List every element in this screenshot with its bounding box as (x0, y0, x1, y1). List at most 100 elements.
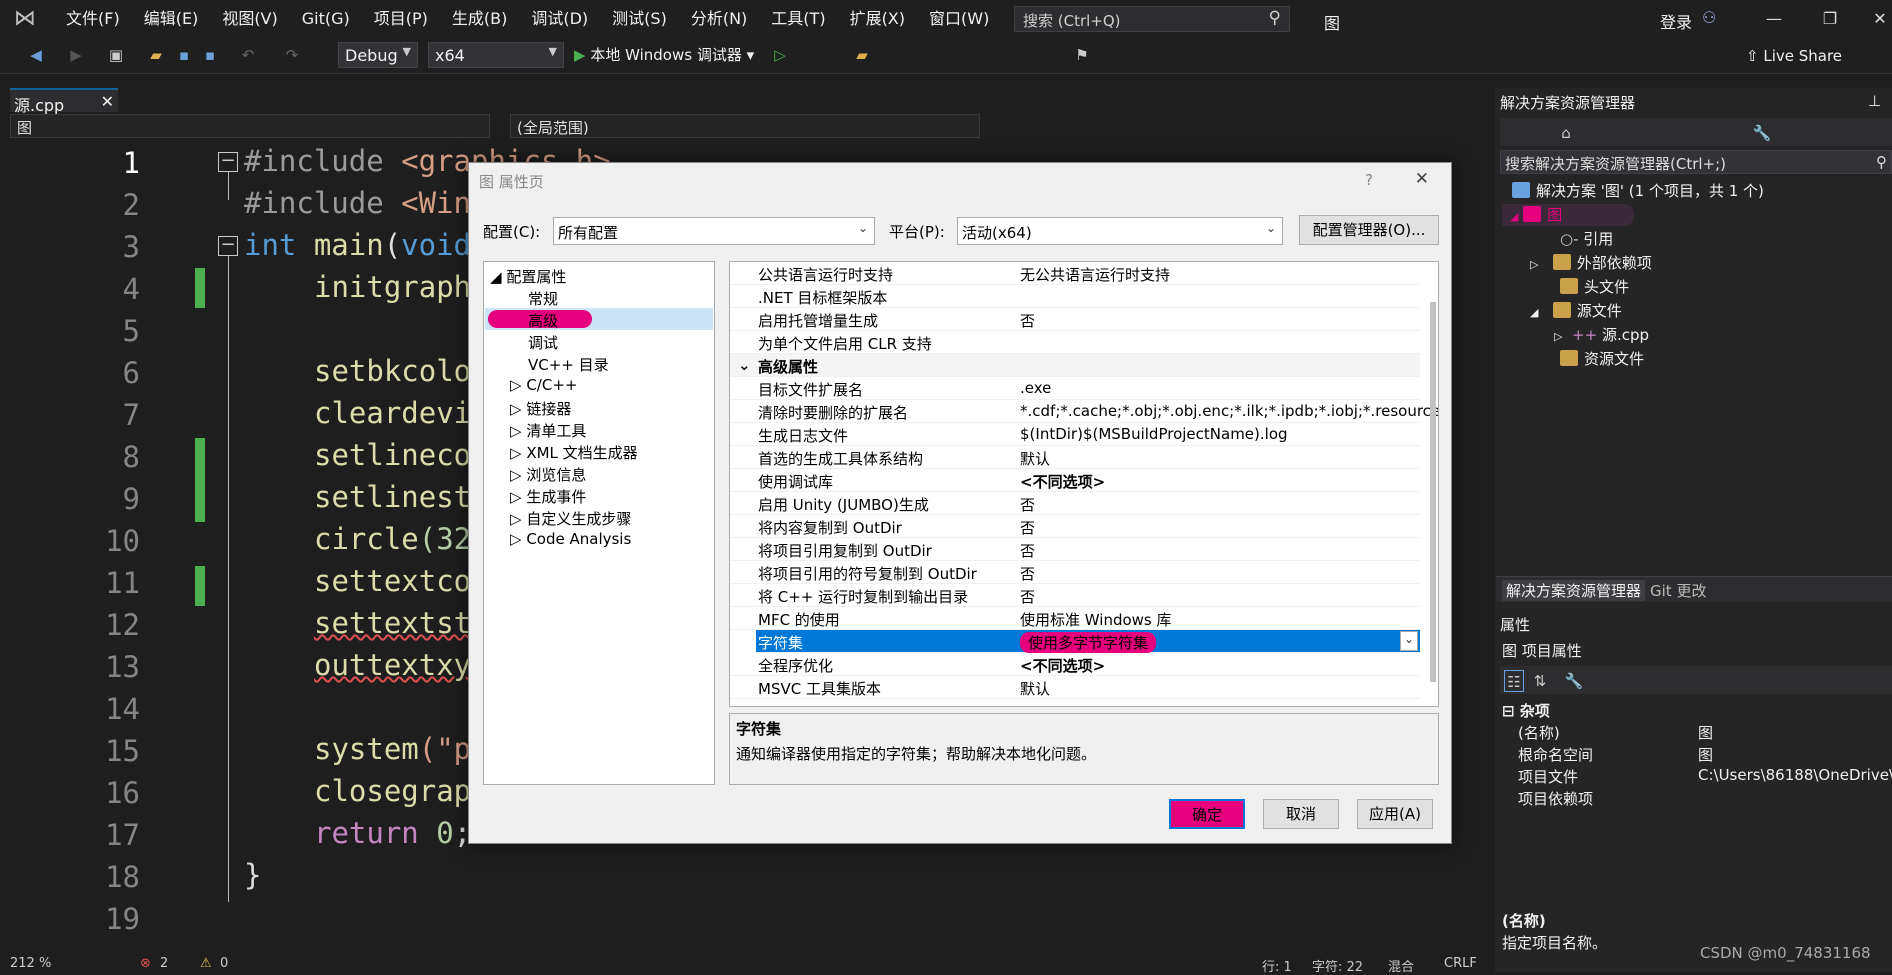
grid-row[interactable]: 启用 Unity (JUMBO)生成 否 (730, 492, 1420, 515)
grid-row[interactable]: 将项目引用复制到 OutDir 否 (730, 538, 1420, 561)
menu-edit[interactable]: 编辑(E) (132, 0, 211, 38)
tree-source-files[interactable]: ◢ 源文件 (1530, 300, 1622, 321)
tree-vc-directories[interactable]: VC++ 目录 (528, 354, 609, 375)
grid-row[interactable]: 启用托管增量生成 否 (730, 308, 1420, 331)
grid-row[interactable]: 将 C++ 运行时复制到输出目录 否 (730, 584, 1420, 607)
fold-toggle-icon[interactable]: − (218, 236, 238, 256)
document-tab[interactable]: 源.cpp ✕ (10, 88, 118, 115)
property-row[interactable]: 项目文件 C:\Users\86188\OneDrive\ (1500, 766, 1892, 788)
configuration-select[interactable]: Debug ▼ (338, 42, 418, 68)
forward-icon[interactable]: ▶ (66, 44, 86, 66)
grid-row[interactable]: MFC 的使用 使用标准 Windows 库 (730, 607, 1420, 630)
property-pages-icon[interactable]: 🔧 (1564, 670, 1584, 692)
warning-icon[interactable]: ⚠ (200, 956, 212, 971)
platform-select[interactable]: x64 ▼ (428, 42, 564, 68)
error-icon[interactable]: ⊗ (140, 956, 151, 971)
fold-toggle-icon[interactable]: − (218, 152, 238, 172)
tree-manifest-tool[interactable]: ▷ 清单工具 (510, 420, 586, 441)
visual-studio-logo-icon[interactable]: ⋈ (12, 6, 38, 32)
close-dialog-icon[interactable]: ✕ (1415, 169, 1429, 189)
tab-git-changes[interactable]: Git 更改 (1650, 580, 1706, 601)
tree-build-events[interactable]: ▷ 生成事件 (510, 486, 586, 507)
property-row[interactable]: 项目依赖项 (1500, 788, 1892, 810)
cancel-button[interactable]: 取消 (1263, 799, 1339, 829)
live-share-button[interactable]: ⇧ Live Share (1746, 47, 1842, 65)
tree-xml-doc[interactable]: ▷ XML 文档生成器 (510, 442, 638, 463)
grid-row[interactable]: 公共语言运行时支持 无公共语言运行时支持 (730, 262, 1420, 285)
dropdown-arrow-icon[interactable]: ⌄ (1400, 631, 1418, 651)
project-nav-dropdown[interactable]: 图 (10, 114, 490, 138)
close-tab-icon[interactable]: ✕ (101, 92, 114, 111)
tree-advanced[interactable]: 高级 (528, 310, 558, 331)
line-ending[interactable]: CRLF (1444, 956, 1477, 971)
property-row[interactable]: (名称) 图 (1500, 722, 1892, 744)
menu-debug[interactable]: 调试(D) (519, 0, 600, 38)
grid-section-header[interactable]: ⌄ 高级属性 (730, 354, 1420, 377)
categorized-icon[interactable]: ☷ (1504, 670, 1524, 692)
grid-row[interactable]: MSVC 工具集版本 默认 (730, 676, 1420, 699)
menu-file[interactable]: 文件(F) (54, 0, 132, 38)
menu-window[interactable]: 窗口(W) (917, 0, 1001, 38)
save-all-icon[interactable]: ▪ (200, 44, 220, 66)
tree-source-cpp[interactable]: ▷ ++ 源.cpp (1554, 324, 1649, 345)
property-row[interactable]: 根命名空间 图 (1500, 744, 1892, 766)
alphabetical-icon[interactable]: ⇅ (1530, 670, 1550, 692)
tree-debugging[interactable]: 调试 (528, 332, 558, 353)
search-input[interactable]: 搜索 (Ctrl+Q) ⚲ (1014, 6, 1290, 32)
menu-git[interactable]: Git(G) (290, 0, 362, 38)
tree-resource-files[interactable]: 资源文件 (1560, 348, 1644, 369)
grid-row-selected[interactable]: 字符集 使用多字节字符集 ⌄ (756, 630, 1420, 653)
grid-row[interactable]: .NET 目标框架版本 (730, 285, 1420, 308)
back-icon[interactable]: ◀ (26, 44, 46, 66)
scope-nav-dropdown[interactable]: (全局范围) (510, 114, 980, 138)
menu-build[interactable]: 生成(B) (440, 0, 519, 38)
platform-select[interactable]: 活动(x64) ⌄ (957, 217, 1283, 245)
grid-row[interactable]: 清除时要删除的扩展名 *.cdf;*.cache;*.obj;*.obj.enc;… (730, 400, 1438, 423)
zoom-level[interactable]: 212 % (10, 956, 51, 971)
tree-browse-info[interactable]: ▷ 浏览信息 (510, 464, 586, 485)
tree-external-deps[interactable]: ▷ 外部依赖项 (1530, 252, 1652, 273)
tabs-mode[interactable]: 混合 (1388, 956, 1414, 975)
tab-solution-explorer[interactable]: 解决方案资源管理器 (1502, 580, 1646, 601)
menu-test[interactable]: 测试(S) (600, 0, 679, 38)
bookmark-icon[interactable]: ⚑ (1072, 44, 1092, 66)
grid-row[interactable]: 全程序优化 <不同选项> (730, 653, 1420, 676)
grid-row[interactable]: 使用调试库 <不同选项> (730, 469, 1420, 492)
grid-row[interactable]: 生成日志文件 $(IntDir)$(MSBuildProjectName).log (730, 423, 1420, 446)
solution-folder-icon[interactable]: ▰ (852, 44, 872, 66)
restore-icon[interactable]: ❐ (1810, 6, 1850, 32)
undo-icon[interactable]: ↶ (238, 44, 258, 66)
minimize-icon[interactable]: — (1754, 6, 1794, 32)
menu-extensions[interactable]: 扩展(X) (838, 0, 917, 38)
menu-view[interactable]: 视图(V) (210, 0, 289, 38)
account-icon[interactable]: ⚇ (1702, 8, 1716, 27)
grid-row[interactable]: 为单个文件启用 CLR 支持 (730, 331, 1420, 354)
new-item-icon[interactable]: ▣ (106, 44, 126, 66)
grid-scrollbar[interactable] (1430, 302, 1436, 682)
close-window-icon[interactable]: ✕ (1860, 6, 1892, 32)
grid-row[interactable]: 将项目引用的符号复制到 OutDir 否 (730, 561, 1420, 584)
tree-cpp[interactable]: ▷ C/C++ (510, 376, 577, 394)
config-select[interactable]: 所有配置 ⌄ (553, 217, 875, 245)
save-icon[interactable]: ▪ (174, 44, 194, 66)
wrench-icon[interactable]: 🔧 (1752, 122, 1772, 144)
grid-row[interactable]: 将内容复制到 OutDir 否 (730, 515, 1420, 538)
grid-row[interactable]: 首选的生成工具体系结构 默认 (730, 446, 1420, 469)
tree-linker[interactable]: ▷ 链接器 (510, 398, 571, 419)
pin-icon[interactable]: ⊥ (1868, 92, 1881, 110)
ok-button[interactable]: 确定 (1169, 799, 1245, 829)
tree-custom-build[interactable]: ▷ 自定义生成步骤 (510, 508, 631, 529)
solution-root[interactable]: 解决方案 '图' (1 个项目，共 1 个) (1512, 180, 1764, 201)
menu-project[interactable]: 项目(P) (362, 0, 440, 38)
config-manager-button[interactable]: 配置管理器(O)... (1299, 215, 1439, 245)
menu-analyze[interactable]: 分析(N) (679, 0, 759, 38)
start-debugging-button[interactable]: ▶ 本地 Windows 调试器 ▾ (574, 44, 754, 65)
tree-config-properties[interactable]: ◢ 配置属性 (490, 266, 566, 287)
apply-button[interactable]: 应用(A) (1357, 799, 1433, 829)
tree-header-files[interactable]: 头文件 (1560, 276, 1629, 297)
help-icon[interactable]: ? (1365, 171, 1373, 189)
tree-general[interactable]: 常规 (528, 288, 558, 309)
tree-references[interactable]: ○- 引用 (1560, 228, 1613, 249)
tree-code-analysis[interactable]: ▷ Code Analysis (510, 530, 631, 548)
solution-search-input[interactable]: 搜索解决方案资源管理器(Ctrl+;) ⚲ (1500, 150, 1892, 174)
